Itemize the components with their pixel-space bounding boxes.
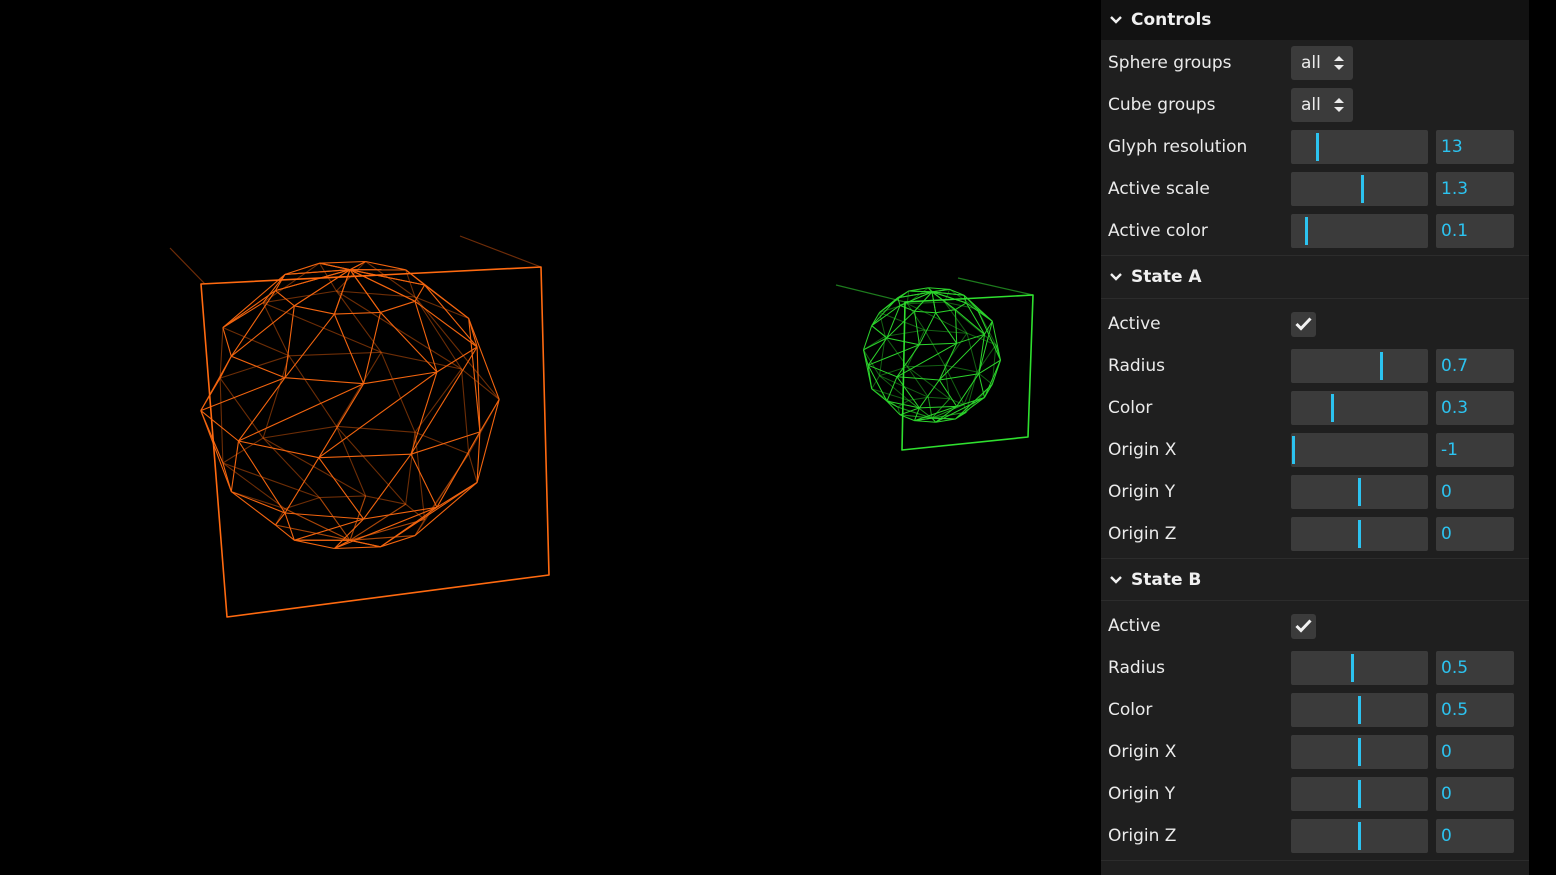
slider-thumb[interactable] [1305, 217, 1309, 245]
chevron-down-icon [1110, 575, 1122, 584]
state-a-active-row: Active [1101, 303, 1529, 345]
slider-thumb[interactable] [1357, 478, 1361, 506]
checkmark-icon [1295, 619, 1312, 633]
state-a-color-input[interactable]: 0.3 [1436, 391, 1514, 425]
state-a-origin-z-input[interactable]: 0 [1436, 517, 1514, 551]
origin-x-label: Origin X [1108, 440, 1177, 460]
3d-viewport[interactable] [0, 0, 1100, 875]
controls-folder-header[interactable]: Controls [1101, 0, 1529, 40]
state-b-active-checkbox[interactable] [1291, 614, 1316, 639]
state-b-origin-y-slider[interactable] [1291, 777, 1428, 811]
state-b-color-row: Color 0.5 [1101, 689, 1529, 731]
state-b-color-input[interactable]: 0.5 [1436, 693, 1514, 727]
cube-groups-select[interactable]: all [1291, 88, 1353, 122]
scene-canvas [169, 235, 1034, 618]
radius-label: Radius [1108, 658, 1166, 678]
select-value: all [1301, 53, 1321, 73]
origin-y-label: Origin Y [1108, 784, 1176, 804]
glyph-resolution-input[interactable]: 13 [1436, 130, 1514, 164]
controls-panel: Controls Sphere groups all Cube groups a… [1101, 0, 1529, 875]
active-color-label: Active color [1108, 221, 1208, 241]
state-a-origin-z-slider[interactable] [1291, 517, 1428, 551]
cube-groups-label: Cube groups [1108, 95, 1216, 115]
slider-thumb[interactable] [1350, 654, 1354, 682]
state-a-origin-z-row: Origin Z 0 [1101, 513, 1529, 555]
state-a-radius-input[interactable]: 0.7 [1436, 349, 1514, 383]
color-label: Color [1108, 700, 1153, 720]
state-b-color-slider[interactable] [1291, 693, 1428, 727]
state-a-color-slider[interactable] [1291, 391, 1428, 425]
state-a-active-checkbox[interactable] [1291, 312, 1316, 337]
origin-z-label: Origin Z [1108, 826, 1177, 846]
chevron-down-icon [1110, 273, 1122, 281]
slider-thumb[interactable] [1331, 394, 1335, 422]
slider-thumb[interactable] [1357, 780, 1361, 808]
state-b-radius-row: Radius 0.5 [1101, 647, 1529, 689]
color-label: Color [1108, 398, 1153, 418]
active-scale-slider[interactable] [1291, 172, 1428, 206]
active-color-row: Active color 0.1 [1101, 210, 1529, 252]
sphere-groups-select[interactable]: all [1291, 46, 1353, 80]
state-b-origin-z-row: Origin Z 0 [1101, 815, 1529, 857]
state-a-origin-x-input[interactable]: -1 [1436, 433, 1514, 467]
state-a-color-row: Color 0.3 [1101, 387, 1529, 429]
state-b-folder-header[interactable]: State B [1101, 559, 1529, 601]
state-b-radius-input[interactable]: 0.5 [1436, 651, 1514, 685]
active-color-input[interactable]: 0.1 [1436, 214, 1514, 248]
state-b-origin-z-slider[interactable] [1291, 819, 1428, 853]
radius-label: Radius [1108, 356, 1166, 376]
slider-thumb[interactable] [1357, 738, 1361, 766]
slider-thumb[interactable] [1292, 436, 1295, 464]
state-a-radius-slider[interactable] [1291, 349, 1428, 383]
slider-thumb[interactable] [1357, 520, 1361, 548]
checkmark-icon [1295, 317, 1312, 331]
state-b-origin-x-row: Origin X 0 [1101, 731, 1529, 773]
glyph-resolution-slider[interactable] [1291, 130, 1428, 164]
state-b-radius-slider[interactable] [1291, 651, 1428, 685]
state-b-origin-y-row: Origin Y 0 [1101, 773, 1529, 815]
state-a-origin-y-row: Origin Y 0 [1101, 471, 1529, 513]
slider-thumb[interactable] [1357, 696, 1361, 724]
glyph-resolution-row: Glyph resolution 13 [1101, 126, 1529, 168]
state-b-origin-x-slider[interactable] [1291, 735, 1428, 769]
state-a-origin-x-row: Origin X -1 [1101, 429, 1529, 471]
state-a-radius-row: Radius 0.7 [1101, 345, 1529, 387]
active-scale-row: Active scale 1.3 [1101, 168, 1529, 210]
folder-title: State B [1131, 569, 1202, 590]
state-a-origin-y-input[interactable]: 0 [1436, 475, 1514, 509]
select-value: all [1301, 95, 1321, 115]
origin-x-label: Origin X [1108, 742, 1177, 762]
state-b-origin-z-input[interactable]: 0 [1436, 819, 1514, 853]
cube-groups-row: Cube groups all [1101, 84, 1529, 126]
chevron-down-icon [1110, 16, 1122, 24]
active-label: Active [1108, 314, 1161, 334]
green-sphere-glyph [835, 277, 1034, 451]
updown-arrows-icon [1334, 98, 1344, 112]
active-scale-label: Active scale [1108, 179, 1210, 199]
slider-thumb[interactable] [1379, 352, 1383, 380]
slider-thumb[interactable] [1315, 133, 1319, 161]
sphere-groups-row: Sphere groups all [1101, 42, 1529, 84]
state-b-origin-x-input[interactable]: 0 [1436, 735, 1514, 769]
divider [1101, 860, 1529, 861]
state-b-active-row: Active [1101, 605, 1529, 647]
state-a-origin-x-slider[interactable] [1291, 433, 1428, 467]
slider-thumb[interactable] [1361, 175, 1365, 203]
state-b-origin-y-input[interactable]: 0 [1436, 777, 1514, 811]
state-a-origin-y-slider[interactable] [1291, 475, 1428, 509]
folder-title: State A [1131, 267, 1202, 287]
active-scale-input[interactable]: 1.3 [1436, 172, 1514, 206]
state-a-folder-header[interactable]: State A [1101, 256, 1529, 299]
active-color-slider[interactable] [1291, 214, 1428, 248]
slider-thumb[interactable] [1357, 822, 1361, 850]
sphere-groups-label: Sphere groups [1108, 53, 1232, 73]
folder-title: Controls [1131, 10, 1212, 30]
active-label: Active [1108, 616, 1161, 636]
origin-z-label: Origin Z [1108, 524, 1177, 544]
glyph-resolution-label: Glyph resolution [1108, 137, 1248, 157]
origin-y-label: Origin Y [1108, 482, 1176, 502]
updown-arrows-icon [1334, 56, 1344, 70]
orange-sphere-glyph [169, 235, 550, 618]
